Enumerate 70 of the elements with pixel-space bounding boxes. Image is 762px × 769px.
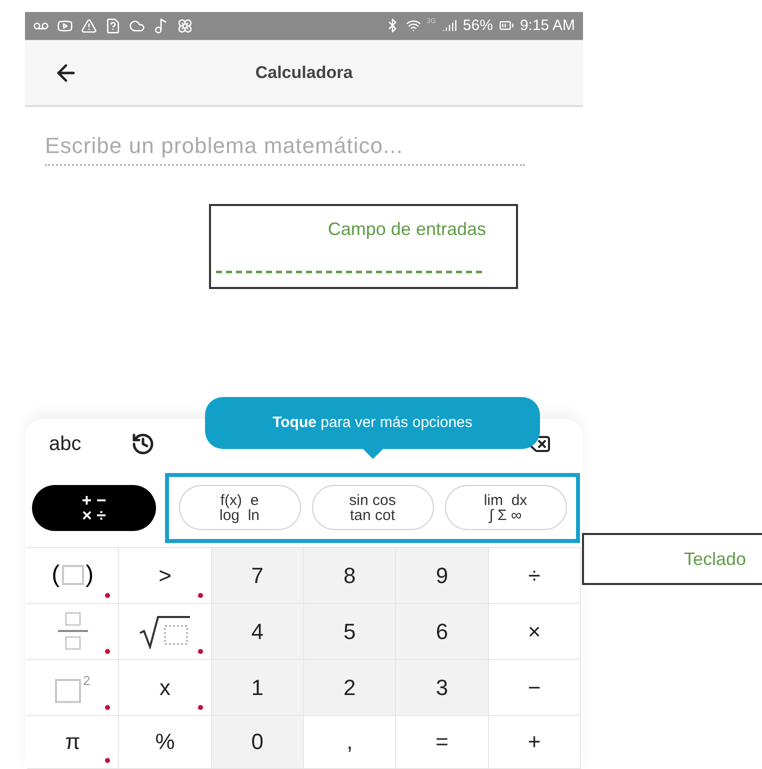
square-root-icon <box>138 613 192 650</box>
key-label: 5 <box>344 618 356 646</box>
key-label: 8 <box>344 562 356 590</box>
key-label: x <box>159 674 170 702</box>
key-label: 3 <box>436 674 448 702</box>
keypad-key[interactable]: = <box>396 716 489 769</box>
music-note-icon <box>153 18 169 34</box>
keypad-key[interactable]: × <box>488 604 581 660</box>
keypad-key[interactable]: x <box>119 660 212 716</box>
keypad-key[interactable]: 3 <box>396 660 489 716</box>
keypad-key[interactable]: 6 <box>396 604 489 660</box>
keypad-key[interactable]: − <box>488 660 581 716</box>
keypad-key[interactable]: 2 <box>304 660 396 716</box>
annotation-label: Teclado <box>684 548 746 570</box>
abc-mode-tab[interactable]: abc <box>49 428 82 459</box>
key-label: 2 <box>344 674 356 702</box>
key-label: × <box>528 618 541 646</box>
signal-icon <box>442 18 457 34</box>
key-label: π <box>65 728 80 756</box>
key-label: % <box>155 728 175 756</box>
keypad-key[interactable]: 8 <box>304 548 396 604</box>
play-icon <box>57 18 73 34</box>
math-input-field[interactable]: Escribe un problema matemático... <box>45 128 525 166</box>
history-icon[interactable] <box>131 432 156 456</box>
tooltip-text: Toque para ver más opciones <box>272 412 472 433</box>
fraction-icon <box>56 611 90 652</box>
keypad-key[interactable]: 7 <box>212 548 304 604</box>
keypad-key[interactable]: ( ) <box>27 548 120 604</box>
keypad-key[interactable]: ÷ <box>488 548 581 604</box>
page-title: Calculadora <box>255 62 353 84</box>
keypad-key[interactable]: 0 <box>212 716 304 769</box>
key-label: − <box>528 674 541 702</box>
key-label: , <box>346 728 353 756</box>
key-label: 1 <box>251 674 264 702</box>
keypad-key[interactable]: % <box>119 716 212 769</box>
function-category-button[interactable]: sin cos tan cot <box>312 485 434 530</box>
key-label: 4 <box>251 618 264 646</box>
keypad-key[interactable]: 4 <box>212 604 304 660</box>
function-category-button[interactable]: lim dx ∫ Σ ∞ <box>444 485 566 530</box>
keypad-key[interactable]: 1 <box>212 660 304 716</box>
flower-icon <box>177 18 193 34</box>
operators-category-button[interactable]: + − × ÷ <box>32 484 156 531</box>
keypad-key[interactable]: > <box>119 548 212 604</box>
key-label: > <box>158 562 172 590</box>
keypad-key[interactable]: 5 <box>304 604 396 660</box>
key-label: = <box>436 728 448 756</box>
exponent: 2 <box>83 672 90 690</box>
keypad-key[interactable]: 9 <box>396 548 489 604</box>
parenthesis: ( <box>52 560 60 590</box>
keypad-key[interactable]: , <box>304 716 396 769</box>
parenthesis: ) <box>86 560 94 590</box>
key-label: 9 <box>436 562 448 590</box>
key-label: 7 <box>251 562 264 590</box>
wifi-icon <box>406 18 421 34</box>
warning-icon <box>81 18 97 34</box>
keypad-key[interactable] <box>119 604 212 660</box>
placeholder-box-icon <box>62 565 84 586</box>
battery-percent: 56% <box>462 16 493 36</box>
key-label: + <box>528 728 541 756</box>
cloud-icon <box>129 18 145 34</box>
placeholder-box-icon <box>55 679 82 704</box>
keypad-key[interactable]: + <box>488 716 581 769</box>
keypad-key[interactable]: π <box>27 716 120 769</box>
annotation-label: Campo de entradas <box>328 218 486 241</box>
question-icon <box>105 18 121 34</box>
status-time: 9:15 AM <box>520 16 575 36</box>
key-label: ÷ <box>528 562 540 590</box>
function-category-button[interactable]: f(x) e log ln <box>178 485 300 530</box>
key-label: 0 <box>251 728 264 756</box>
key-label: 6 <box>436 618 448 646</box>
